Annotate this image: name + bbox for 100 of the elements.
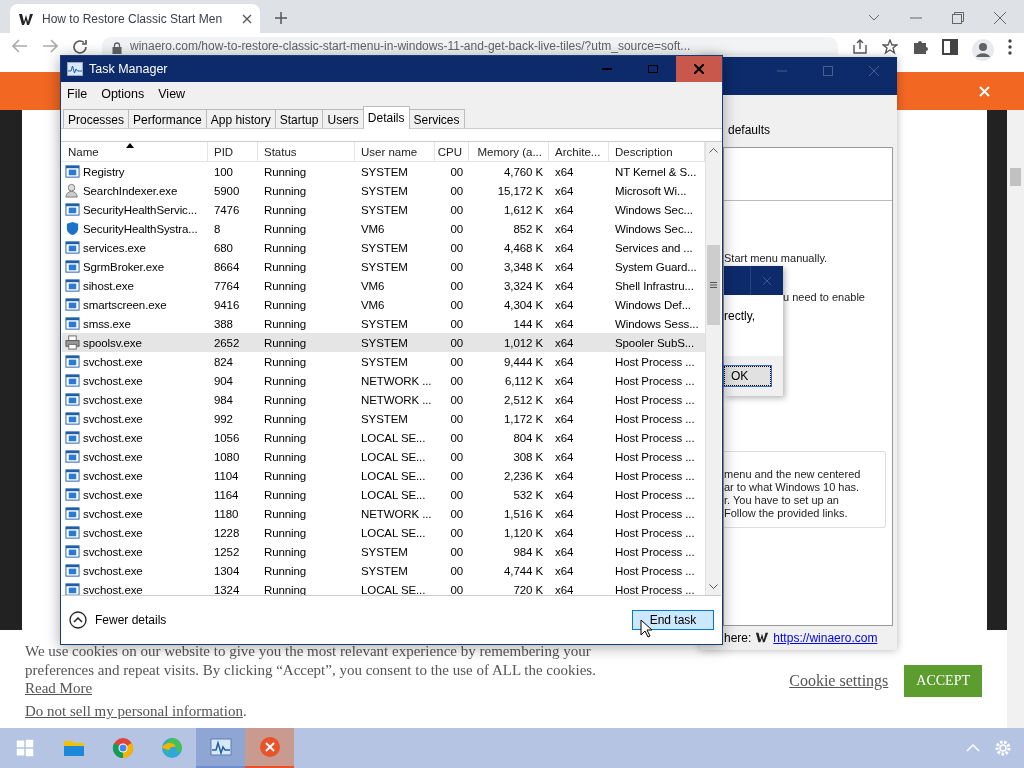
end-task-button[interactable]: End task xyxy=(632,610,714,630)
restore-icon[interactable] xyxy=(952,12,964,24)
process-row[interactable]: Registry 100 Running SYSTEM 00 4,760 K x64 NT Kernel & S... xyxy=(62,162,705,181)
taskbar-app[interactable] xyxy=(196,728,245,768)
star-icon[interactable] xyxy=(882,39,898,55)
table-cell-text: VM6 xyxy=(360,222,386,235)
app-window-icon xyxy=(65,430,80,445)
website-link[interactable]: https://winaero.com xyxy=(773,631,878,645)
column-header[interactable]: Memory (a... xyxy=(469,142,549,161)
close-button[interactable] xyxy=(676,56,722,82)
process-row[interactable]: svchost.exe 1228 Running LOCAL SE... 00 1,120 K x64 Host Process ... xyxy=(62,523,705,542)
tab[interactable]: Processes xyxy=(63,109,130,128)
column-header[interactable]: User name xyxy=(355,142,435,161)
scroll-down-icon[interactable] xyxy=(709,584,718,589)
new-tab-icon[interactable] xyxy=(274,11,288,25)
process-row[interactable]: services.exe 680 Running SYSTEM 00 4,468 K x64 Services and ... xyxy=(62,238,705,257)
table-cell: spoolsv.exe xyxy=(83,336,142,349)
table-cell-text: NETWORK ... xyxy=(360,374,433,387)
process-row[interactable]: svchost.exe 1304 Running SYSTEM 00 4,744 K x64 Host Process ... xyxy=(62,561,705,580)
column-header[interactable]: Status xyxy=(258,142,355,161)
windows-start-icon[interactable] xyxy=(15,739,34,757)
table-cell-text: 532 K xyxy=(512,488,544,501)
process-row[interactable]: SearchIndexer.exe 5900 Running SYSTEM 00 15,172 K x64 Microsoft Wi... xyxy=(62,181,705,200)
vertical-scrollbar[interactable] xyxy=(705,142,721,595)
fewer-details-toggle[interactable]: Fewer details xyxy=(69,611,167,629)
taskbar-app[interactable] xyxy=(245,728,294,768)
reload-icon[interactable] xyxy=(72,39,88,55)
close-circle-icon[interactable] xyxy=(257,735,282,759)
description-text: Start menu manually. xyxy=(724,252,828,265)
read-more-link[interactable]: Read More xyxy=(25,680,93,697)
column-header[interactable]: Archite... xyxy=(549,142,609,161)
table-cell-text: 1,120 K xyxy=(503,526,544,539)
ok-button[interactable]: OK xyxy=(724,366,771,386)
menu-icon[interactable] xyxy=(1008,39,1012,55)
tab[interactable]: App history xyxy=(205,109,276,128)
column-header[interactable]: CPU xyxy=(435,142,469,161)
chevron-down-icon[interactable] xyxy=(868,14,880,22)
address-bar[interactable]: winaero.com/how-to-restore-classic-start-menu-in-windows-11-and-get-back-live-tiles/?utm_source=soft... xyxy=(102,37,838,55)
process-row[interactable]: sihost.exe 7764 Running VM6 00 3,324 K x64 Shell Infrastru... xyxy=(62,276,705,295)
table-cell-text: 8664 xyxy=(213,260,241,273)
process-row[interactable]: smss.exe 388 Running SYSTEM 00 144 K x64 Windows Sess... xyxy=(62,314,705,333)
close-icon[interactable] xyxy=(994,12,1006,24)
table-cell: svchost.exe xyxy=(83,488,143,501)
process-row[interactable]: svchost.exe 1252 Running SYSTEM 00 984 K x64 Host Process ... xyxy=(62,542,705,561)
process-row[interactable]: svchost.exe 904 Running NETWORK ... 00 6,112 K x64 Host Process ... xyxy=(62,371,705,390)
table-cell-text: Running xyxy=(263,222,308,235)
table-cell-text: 00 xyxy=(449,279,464,292)
table-cell-text: 804 K xyxy=(512,431,544,444)
puzzle-icon[interactable] xyxy=(912,39,928,55)
table-cell-text: x64 xyxy=(554,526,575,539)
task-manager-icon[interactable] xyxy=(208,735,233,759)
back-icon[interactable] xyxy=(12,39,28,53)
share-icon[interactable] xyxy=(852,39,868,55)
menu-item[interactable]: View xyxy=(158,87,186,101)
chrome-icon[interactable] xyxy=(110,736,135,760)
process-row[interactable]: svchost.exe 824 Running SYSTEM 00 9,444 K x64 Host Process ... xyxy=(62,352,705,371)
forward-icon[interactable] xyxy=(42,39,58,53)
process-row[interactable]: SecurityHealthSystra... 8 Running VM6 00 852 K x64 Windows Sec... xyxy=(62,219,705,238)
process-row[interactable]: svchost.exe 984 Running NETWORK ... 00 2,512 K x64 Host Process ... xyxy=(62,390,705,409)
sidebar-icon[interactable] xyxy=(942,39,958,55)
column-header[interactable]: Name xyxy=(62,142,208,161)
tab[interactable]: Services xyxy=(408,109,465,128)
table-cell-text: LOCAL SE... xyxy=(360,583,427,595)
maximize-icon[interactable] xyxy=(823,66,833,76)
process-row[interactable]: svchost.exe 1180 Running NETWORK ... 00 1,516 K x64 Host Process ... xyxy=(62,504,705,523)
table-cell-text: Host Process ... xyxy=(614,355,696,368)
browser-tab[interactable]: How to Restore Classic Start Men xyxy=(10,4,260,33)
process-row[interactable]: spoolsv.exe 2652 Running SYSTEM 00 1,012 K x64 Spooler SubS... xyxy=(62,333,705,352)
table-cell: svchost.exe xyxy=(83,583,143,595)
cookie-settings-link[interactable]: Cookie settings xyxy=(789,672,889,690)
caret-up-icon[interactable] xyxy=(966,744,980,752)
do-not-sell-link[interactable]: Do not sell my personal information xyxy=(25,702,243,719)
gear-icon[interactable] xyxy=(994,739,1012,757)
table-cell-text: 7476 xyxy=(213,203,241,216)
menu-item[interactable]: File xyxy=(67,87,88,101)
process-row[interactable]: SgrmBroker.exe 8664 Running SYSTEM 00 3,348 K x64 System Guard... xyxy=(62,257,705,276)
column-header[interactable]: PID xyxy=(208,142,258,161)
menu-item[interactable]: Options xyxy=(101,87,145,101)
scroll-up-icon[interactable] xyxy=(709,148,718,153)
tab[interactable]: Startup xyxy=(274,109,324,128)
process-row[interactable]: svchost.exe 1324 Running LOCAL SE... 00 720 K x64 Host Process ... xyxy=(62,580,705,595)
table-cell-text: x64 xyxy=(554,184,575,197)
process-row[interactable]: svchost.exe 1080 Running LOCAL SE... 00 308 K x64 Host Process ... xyxy=(62,447,705,466)
swirl-browser-icon[interactable] xyxy=(159,736,184,760)
info-text: Follow the provided links. xyxy=(724,507,849,520)
table-cell-text: Host Process ... xyxy=(614,583,696,595)
process-row[interactable]: smartscreen.exe 9416 Running VM6 00 4,304 K x64 Windows Def... xyxy=(62,295,705,314)
process-row[interactable]: svchost.exe 992 Running SYSTEM 00 1,172 K x64 Host Process ... xyxy=(62,409,705,428)
app-window-icon xyxy=(65,563,80,578)
close-icon[interactable] xyxy=(242,13,252,24)
process-row[interactable]: svchost.exe 1104 Running LOCAL SE... 00 2,236 K x64 Host Process ... xyxy=(62,466,705,485)
table-cell-text: LOCAL SE... xyxy=(360,469,427,482)
app-window-icon xyxy=(65,468,80,483)
process-row[interactable]: svchost.exe 1164 Running LOCAL SE... 00 532 K x64 Host Process ... xyxy=(62,485,705,504)
profile-icon[interactable] xyxy=(972,39,994,61)
process-row[interactable]: svchost.exe 1056 Running LOCAL SE... 00 804 K x64 Host Process ... xyxy=(62,428,705,447)
table-cell-text: x64 xyxy=(554,203,575,216)
process-row[interactable]: SecurityHealthServic... 7476 Running SYSTEM 00 1,612 K x64 Windows Sec... xyxy=(62,200,705,219)
tab[interactable]: Details xyxy=(362,106,410,129)
page-scrollbar[interactable] xyxy=(1007,110,1024,728)
